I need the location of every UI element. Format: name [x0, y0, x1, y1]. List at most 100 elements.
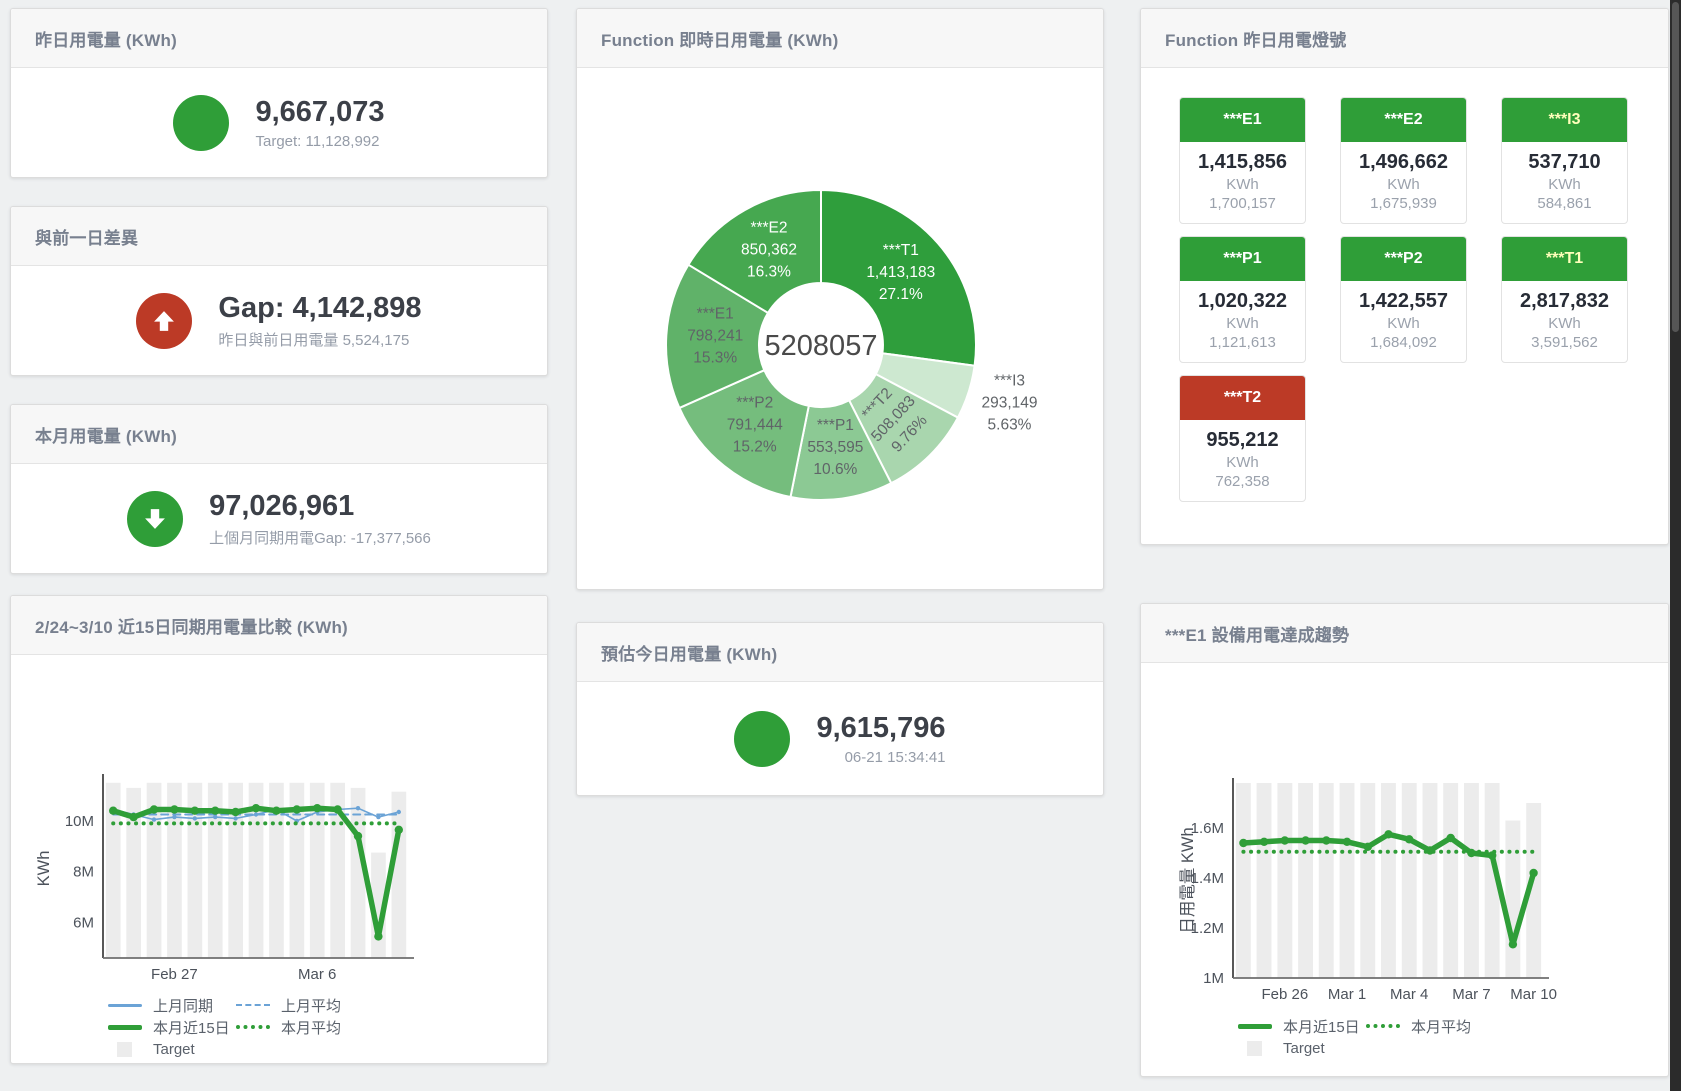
- arrow-down-icon: [141, 505, 169, 533]
- legend-item[interactable]: 上月同期: [108, 995, 236, 1016]
- target-bar: [1423, 783, 1438, 978]
- gap-value: Gap: 4,142,898: [218, 292, 421, 325]
- target-bar: [1360, 783, 1375, 978]
- donut-slice-label: ***I3293,1495.63%: [981, 373, 1037, 434]
- panel-header: 2/24~3/10 近15日同期用電量比較 (KWh): [11, 596, 547, 655]
- series-point: [376, 815, 380, 819]
- tile-target: 3,591,562: [1502, 334, 1627, 351]
- target-bar: [1443, 783, 1458, 978]
- compare-chart-legend: 上月同期上月平均本月近15日 本月平均 Target: [11, 994, 547, 1060]
- tile-header: ***I3: [1502, 98, 1627, 142]
- tile-value: 2,817,832: [1502, 290, 1627, 313]
- panel-yesterday-usage: 昨日用電量 (KWh) 9,667,073 Target: 11,128,992: [10, 8, 548, 178]
- panel-title: 與前一日差異: [35, 224, 138, 249]
- series-point: [193, 816, 197, 820]
- series-point: [354, 832, 362, 840]
- panel-title: 預估今日用電量 (KWh): [601, 640, 777, 665]
- legend-row: 上月同期上月平均: [108, 994, 547, 1016]
- panel-month-usage: 本月用電量 (KWh) 97,026,961 上個月同期用電Gap: -17,3…: [10, 404, 548, 574]
- status-circle-green: [734, 711, 790, 767]
- x-tick-label: Feb 27: [151, 966, 198, 983]
- legend-item[interactable]: 本月近15日: [108, 1017, 236, 1038]
- yesterday-target: Target: 11,128,992: [255, 133, 384, 150]
- series-point: [150, 805, 158, 813]
- series-point: [1384, 830, 1392, 838]
- legend-item[interactable]: Target: [108, 1041, 236, 1058]
- legend-label: Target: [153, 1041, 195, 1058]
- legend-item[interactable]: 本月平均: [1366, 1016, 1494, 1037]
- scrollbar-thumb[interactable]: [1672, 2, 1679, 332]
- panel-title: ***E1 設備用電達成趨勢: [1165, 621, 1349, 646]
- legend-item[interactable]: 本月近15日: [1238, 1016, 1366, 1037]
- series-point: [252, 804, 260, 812]
- series-point: [374, 932, 382, 940]
- e1-trend-line-chart: 1M1.2M1.4M1.6M日用電量 KWhFeb 26Mar 1Mar 4Ma…: [1141, 663, 1668, 1011]
- legend-item[interactable]: Target: [1238, 1040, 1366, 1057]
- target-bar: [392, 792, 407, 958]
- tile-target: 1,700,157: [1180, 195, 1305, 212]
- legend-label: Target: [1283, 1040, 1325, 1057]
- y-tick-label: 6M: [73, 914, 94, 931]
- panel-e1-trend-chart: ***E1 設備用電達成趨勢 1M1.2M1.4M1.6M日用電量 KWhFeb…: [1140, 603, 1669, 1077]
- legend-row: Target: [108, 1038, 547, 1060]
- panel-header: 昨日用電量 (KWh): [11, 9, 547, 68]
- series-point: [1301, 836, 1309, 844]
- series-point: [191, 807, 199, 815]
- series-point: [172, 815, 176, 819]
- legend-item[interactable]: 上月平均: [236, 995, 364, 1016]
- legend-item[interactable]: 本月平均: [236, 1017, 364, 1038]
- series-point: [1405, 835, 1413, 843]
- legend-swatch-line-thick: [108, 1025, 142, 1030]
- gap-subtitle: 昨日與前日用電量 5,524,175: [218, 329, 421, 350]
- panel-header: Function 昨日用電燈號: [1141, 9, 1668, 68]
- panel-title: 本月用電量 (KWh): [35, 422, 177, 447]
- panel-title: 昨日用電量 (KWh): [35, 26, 177, 51]
- tile-target: 1,675,939: [1341, 195, 1466, 212]
- target-bar: [1505, 821, 1520, 979]
- series-point: [356, 806, 360, 810]
- panel-realtime-donut: Function 即時日用電量 (KWh) ***T11,413,18327.1…: [576, 8, 1104, 590]
- estimate-timestamp: 06-21 15:34:41: [816, 749, 945, 766]
- chart-compare-svg: 6M8M10MKWhFeb 27Mar 6: [11, 655, 547, 985]
- stat-body: 97,026,961 上個月同期用電Gap: -17,377,566: [11, 464, 547, 574]
- series-point: [213, 815, 217, 819]
- light-tile: ***P11,020,322KWh1,121,613: [1179, 236, 1306, 363]
- x-tick-label: Mar 10: [1510, 986, 1557, 1003]
- stat-body: 9,615,796 06-21 15:34:41: [577, 682, 1103, 796]
- tile-unit: KWh: [1180, 454, 1305, 471]
- light-tile: ***E21,496,662KWh1,675,939: [1340, 97, 1467, 224]
- y-tick-label: 1M: [1203, 970, 1224, 987]
- panel-header: 預估今日用電量 (KWh): [577, 623, 1103, 682]
- series-point: [397, 810, 401, 814]
- legend-label: 本月平均: [281, 1017, 341, 1038]
- series-point: [293, 805, 301, 813]
- stat-body: 9,667,073 Target: 11,128,992: [11, 68, 547, 178]
- light-tile: ***T2955,212KWh762,358: [1179, 375, 1306, 502]
- series-point: [211, 807, 219, 815]
- series-point: [152, 817, 156, 821]
- page-scrollbar[interactable]: [1670, 0, 1681, 1091]
- tile-value: 537,710: [1502, 151, 1627, 174]
- x-tick-label: Mar 4: [1390, 986, 1428, 1003]
- legend-label: 本月近15日: [153, 1017, 230, 1038]
- tile-header: ***P2: [1341, 237, 1466, 281]
- series-point: [313, 804, 321, 812]
- legend-swatch-dotted: [1366, 1024, 1400, 1028]
- tile-header: ***T1: [1502, 237, 1627, 281]
- target-bar: [1340, 783, 1355, 978]
- series-point: [272, 807, 280, 815]
- panel-yesterday-lights: Function 昨日用電燈號 ***E11,415,856KWh1,700,1…: [1140, 8, 1669, 545]
- arrow-up-icon: [150, 307, 178, 335]
- y-tick-label: 10M: [65, 813, 94, 830]
- series-point: [1447, 834, 1455, 842]
- donut-center-label: 5208057: [765, 330, 878, 362]
- tile-value: 1,496,662: [1341, 151, 1466, 174]
- tile-value: 1,422,557: [1341, 290, 1466, 313]
- panel-header: ***E1 設備用電達成趨勢: [1141, 604, 1668, 663]
- series-point: [333, 805, 341, 813]
- status-circle-green: [173, 95, 229, 151]
- tile-value: 955,212: [1180, 429, 1305, 452]
- x-tick-label: Feb 26: [1261, 986, 1308, 1003]
- compare-line-chart: 6M8M10MKWhFeb 27Mar 6: [11, 655, 547, 990]
- panel-header: 本月用電量 (KWh): [11, 405, 547, 464]
